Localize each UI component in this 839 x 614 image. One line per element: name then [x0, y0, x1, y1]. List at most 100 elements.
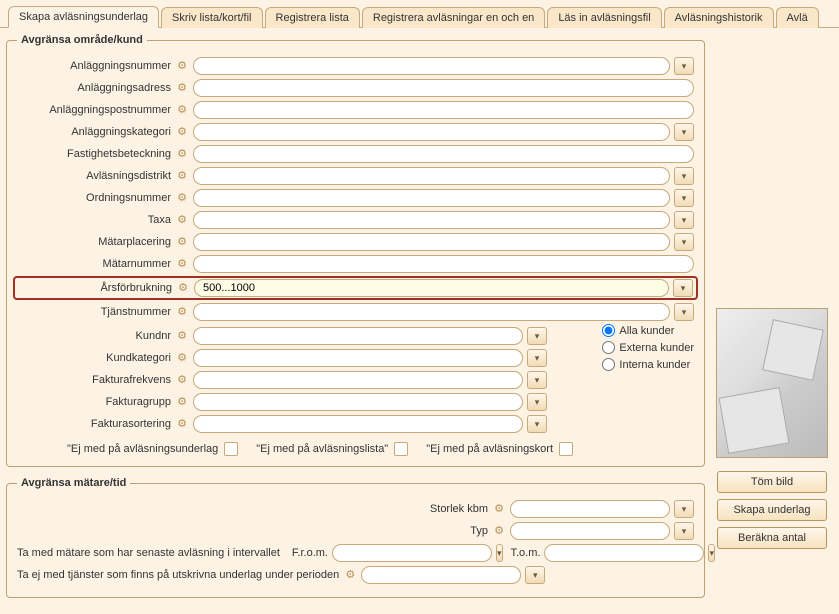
gear-icon[interactable]: ⚙: [492, 524, 506, 538]
input-arsforbrukning[interactable]: [194, 279, 669, 297]
gear-icon[interactable]: ⚙: [175, 169, 189, 183]
gear-icon[interactable]: ⚙: [175, 125, 189, 139]
label-matarplacering: Mätarplacering: [17, 236, 175, 248]
tab-skapa-underlag[interactable]: Skapa avläsningsunderlag: [8, 6, 159, 28]
input-fakturagrupp[interactable]: [193, 393, 523, 411]
input-exclude-period[interactable]: [361, 566, 521, 584]
dropdown-button[interactable]: [673, 279, 693, 297]
dropdown-button[interactable]: [527, 393, 547, 411]
gear-icon[interactable]: ⚙: [175, 59, 189, 73]
tab-skriv-lista[interactable]: Skriv lista/kort/fil: [161, 7, 262, 28]
input-tjanstnummer[interactable]: [193, 303, 670, 321]
input-kundnr[interactable]: [193, 327, 523, 345]
label-storlek-kbm: Storlek kbm: [17, 503, 492, 515]
checkbox-ej-underlag[interactable]: [224, 442, 238, 456]
dropdown-button[interactable]: [674, 167, 694, 185]
dropdown-button[interactable]: [496, 544, 503, 562]
input-fakturasortering[interactable]: [193, 415, 523, 433]
gear-icon[interactable]: ⚙: [175, 305, 189, 319]
dropdown-button[interactable]: [674, 500, 694, 518]
label-anlaggningsnummer: Anläggningsnummer: [17, 60, 175, 72]
dropdown-button[interactable]: [527, 415, 547, 433]
label-ej-underlag: "Ej med på avläsningsunderlag: [67, 443, 218, 455]
dropdown-button[interactable]: [527, 371, 547, 389]
checkbox-ej-kort[interactable]: [559, 442, 573, 456]
input-typ[interactable]: [510, 522, 670, 540]
label-taxa: Taxa: [17, 214, 175, 226]
gear-icon[interactable]: ⚙: [492, 502, 506, 516]
dropdown-button[interactable]: [527, 349, 547, 367]
radio-label: Externa kunder: [619, 342, 694, 354]
input-matarplacering[interactable]: [193, 233, 670, 251]
dropdown-button[interactable]: [674, 303, 694, 321]
tab-avlasningshistorik[interactable]: Avläsningshistorik: [664, 7, 774, 28]
input-kundkategori[interactable]: [193, 349, 523, 367]
input-tom[interactable]: [544, 544, 704, 562]
tab-las-in-fil[interactable]: Läs in avläsningsfil: [547, 7, 661, 28]
gear-icon[interactable]: ⚙: [343, 568, 357, 582]
gear-icon[interactable]: ⚙: [176, 281, 190, 295]
dropdown-button[interactable]: [674, 211, 694, 229]
gear-icon[interactable]: ⚙: [175, 257, 189, 271]
group-avgransa-matare-tid: Avgränsa mätare/tid Storlek kbm ⚙ Typ ⚙ …: [6, 477, 705, 598]
input-anlaggningsadress[interactable]: [193, 79, 694, 97]
label-avlasningsdistrikt: Avläsningsdistrikt: [17, 170, 175, 182]
input-anlaggningspostnummer[interactable]: [193, 101, 694, 119]
input-fastighetsbeteckning[interactable]: [193, 145, 694, 163]
gear-icon[interactable]: ⚙: [175, 103, 189, 117]
gear-icon[interactable]: ⚙: [175, 213, 189, 227]
input-storlek-kbm[interactable]: [510, 500, 670, 518]
input-avlasningsdistrikt[interactable]: [193, 167, 670, 185]
group-legend: Avgränsa mätare/tid: [17, 477, 130, 489]
button-berakna-antal[interactable]: Beräkna antal: [717, 527, 827, 549]
radio-alla-kunder[interactable]: [602, 324, 615, 337]
tab-registrera-lista[interactable]: Registrera lista: [265, 7, 360, 28]
tab-registrera-en-och-en[interactable]: Registrera avläsningar en och en: [362, 7, 545, 28]
gear-icon[interactable]: ⚙: [175, 329, 189, 343]
dropdown-button[interactable]: [674, 189, 694, 207]
label-kundkategori: Kundkategori: [17, 352, 175, 364]
dropdown-button[interactable]: [674, 522, 694, 540]
label-tjanstnummer: Tjänstnummer: [17, 306, 175, 318]
tab-truncated-last[interactable]: Avlä: [776, 7, 819, 28]
radio-interna-kunder[interactable]: [602, 358, 615, 371]
radio-group-kund-filter: Alla kunder Externa kunder Interna kunde…: [602, 324, 694, 371]
label-tom: T.o.m.: [511, 547, 541, 559]
gear-icon[interactable]: ⚙: [175, 147, 189, 161]
group-legend: Avgränsa område/kund: [17, 34, 147, 46]
label-anlaggningsadress: Anläggningsadress: [17, 82, 175, 94]
gear-icon[interactable]: ⚙: [175, 395, 189, 409]
input-anlaggningskategori[interactable]: [193, 123, 670, 141]
dropdown-button[interactable]: [674, 123, 694, 141]
label-intervall: Ta med mätare som har senaste avläsning …: [17, 547, 284, 559]
input-taxa[interactable]: [193, 211, 670, 229]
input-from[interactable]: [332, 544, 492, 562]
label-anlaggningskategori: Anläggningskategori: [17, 126, 175, 138]
dropdown-button[interactable]: [674, 57, 694, 75]
label-ordningsnummer: Ordningsnummer: [17, 192, 175, 204]
tab-bar: Skapa avläsningsunderlag Skriv lista/kor…: [0, 0, 839, 28]
label-typ: Typ: [17, 525, 492, 537]
dropdown-button[interactable]: [674, 233, 694, 251]
input-matarnummer[interactable]: [193, 255, 694, 273]
label-matarnummer: Mätarnummer: [17, 258, 175, 270]
illustration-image: [716, 308, 828, 458]
gear-icon[interactable]: ⚙: [175, 351, 189, 365]
gear-icon[interactable]: ⚙: [175, 235, 189, 249]
input-ordningsnummer[interactable]: [193, 189, 670, 207]
gear-icon[interactable]: ⚙: [175, 373, 189, 387]
input-anlaggningsnummer[interactable]: [193, 57, 670, 75]
label-from: F.r.o.m.: [292, 547, 328, 559]
dropdown-button[interactable]: [525, 566, 545, 584]
dropdown-button[interactable]: [527, 327, 547, 345]
checkbox-ej-lista[interactable]: [394, 442, 408, 456]
input-fakturafrekvens[interactable]: [193, 371, 523, 389]
button-tom-bild[interactable]: Töm bild: [717, 471, 827, 493]
button-skapa-underlag[interactable]: Skapa underlag: [717, 499, 827, 521]
label-fastighetsbeteckning: Fastighetsbeteckning: [17, 148, 175, 160]
radio-externa-kunder[interactable]: [602, 341, 615, 354]
gear-icon[interactable]: ⚙: [175, 191, 189, 205]
gear-icon[interactable]: ⚙: [175, 417, 189, 431]
label-fakturafrekvens: Fakturafrekvens: [17, 374, 175, 386]
gear-icon[interactable]: ⚙: [175, 81, 189, 95]
